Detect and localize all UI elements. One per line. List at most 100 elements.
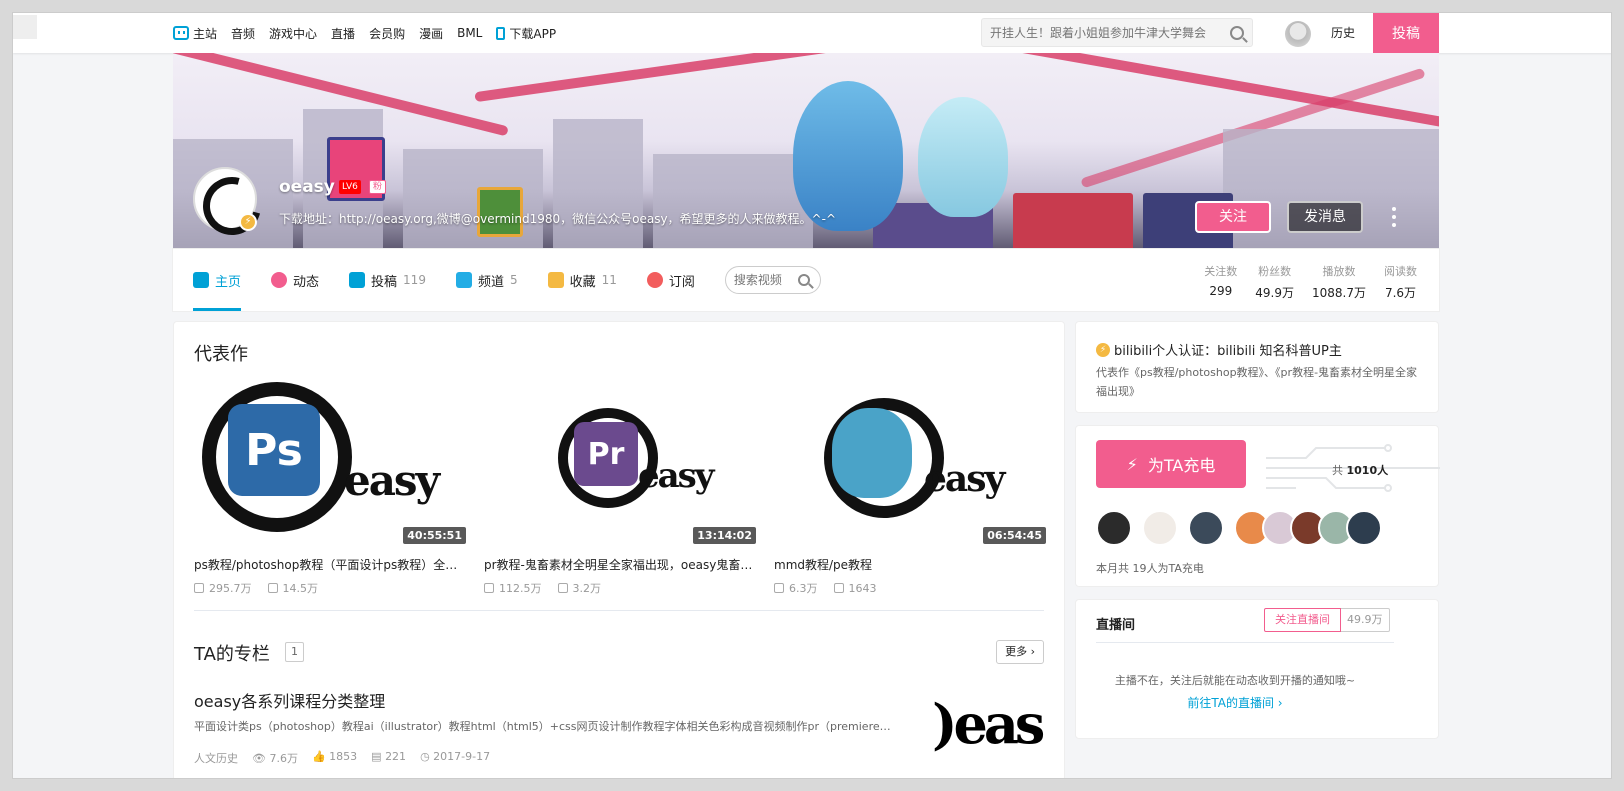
article-comments: ▤ 221: [371, 750, 407, 763]
follow-live-button[interactable]: 关注直播间: [1264, 608, 1341, 632]
live-offline-note: 主播不在，关注后就能在动态收到开播的通知哦~: [1114, 674, 1356, 687]
video-title[interactable]: ps教程/photoshop教程（平面设计ps教程）全套免: [194, 556, 466, 573]
more-options-icon[interactable]: [1389, 207, 1399, 227]
play-icon: [774, 583, 784, 593]
video-search-input[interactable]: [733, 273, 794, 287]
nav-main-site[interactable]: 主站: [173, 25, 217, 42]
top-nav-bar: 主站 音频 游戏中心 直播 会员购 漫画 BML 下载APP 历史 投稿: [13, 13, 1611, 57]
nav-download-app[interactable]: 下载APP: [496, 25, 556, 42]
stat-followers[interactable]: 粉丝数 49.9万: [1255, 263, 1294, 301]
stat-plays: 播放数 1088.7万: [1312, 265, 1366, 300]
message-button[interactable]: 发消息: [1287, 201, 1363, 233]
star-icon: [547, 272, 564, 288]
building-decoration: [653, 154, 813, 249]
tab-uploads[interactable]: 投稿 119: [349, 249, 426, 311]
video-duration: 06:54:45: [983, 527, 1046, 544]
fan-badge: 粉: [369, 180, 387, 194]
article-title[interactable]: oeasy各系列课程分类整理: [194, 688, 385, 712]
cert-title: ⚡ bilibili个人认证：bilibili 知名科普UP主: [1096, 340, 1418, 359]
easy-logo-text: easy: [924, 458, 1005, 500]
more-button[interactable]: 更多 ›: [996, 640, 1044, 664]
tab-home[interactable]: 主页: [193, 249, 242, 311]
play-icon: [484, 583, 494, 593]
lightning-icon: ⚡: [1126, 454, 1138, 474]
video-duration: 40:55:51: [403, 527, 466, 544]
video-card[interactable]: Pr easy 13:14:02 pr教程-鬼畜素材全明星全家福出现，oeasy…: [484, 378, 756, 596]
article-views: 👁 7.6万: [252, 752, 298, 765]
avatar[interactable]: [1142, 510, 1178, 546]
tab-favorites[interactable]: 收藏 11: [547, 249, 617, 311]
charge-card: ⚡ 为TA充电 共 1010人 本月共 19人为TA充电: [1075, 425, 1440, 587]
nav-member-shop[interactable]: 会员购: [369, 25, 405, 42]
video-search-box: [724, 266, 821, 294]
cert-description: 代表作《ps教程/photoshop教程》、《pr教程-鬼畜素材全明星全家福出现…: [1096, 366, 1418, 398]
avatar[interactable]: [1096, 510, 1132, 546]
charge-total: 共 1010人: [1332, 464, 1389, 477]
user-avatar[interactable]: [1285, 21, 1311, 47]
video-thumbnail[interactable]: Ps easy 40:55:51: [194, 378, 466, 548]
heart-icon: [646, 272, 663, 288]
nav-bml[interactable]: BML: [457, 26, 482, 40]
window-icon: [13, 15, 37, 39]
follow-button[interactable]: 关注: [1195, 201, 1271, 233]
tab-dynamic[interactable]: 动态: [271, 249, 319, 311]
avatar[interactable]: [1346, 510, 1382, 546]
play-count: 112.5万: [484, 580, 542, 596]
profile-tab-bar: 主页 动态 投稿119 频道5 收藏11 订阅 关注数299 粉丝数49.9万 …: [173, 249, 1439, 311]
stat-following[interactable]: 关注数 299: [1204, 263, 1237, 301]
nav-audio[interactable]: 音频: [231, 25, 255, 42]
nav-comics[interactable]: 漫画: [419, 25, 443, 42]
column-title: TA的专栏: [194, 644, 270, 665]
verified-bolt-icon: ⚡: [239, 213, 257, 231]
phone-icon: [496, 26, 506, 40]
video-meta: 295.7万 14.5万: [194, 580, 466, 596]
nav-live[interactable]: 直播: [331, 25, 355, 42]
video-meta: 6.3万 1643: [774, 580, 1046, 596]
level-badge: LV6: [339, 180, 361, 194]
danmaku-count: 3.2万: [557, 580, 601, 596]
search-icon[interactable]: [1230, 25, 1244, 40]
video-title[interactable]: pr教程-鬼畜素材全明星全家福出现，oeasy鬼畜向 pr: [484, 556, 756, 573]
video-thumbnail[interactable]: Pr easy 13:14:02: [484, 378, 756, 548]
video-icon: [349, 272, 366, 288]
tab-subscriptions[interactable]: 订阅: [646, 249, 695, 311]
building-decoration: [553, 119, 643, 249]
profile-banner: ⚡ oeasy LV6 粉 下载地址：http://oeasy.org,微博@o…: [173, 53, 1439, 249]
divider: [1096, 642, 1394, 643]
top-search-box: [981, 18, 1253, 47]
browser-page: 主站 音频 游戏中心 直播 会员购 漫画 BML 下载APP 历史 投稿: [12, 12, 1612, 779]
video-meta: 112.5万 3.2万: [484, 580, 756, 596]
history-link[interactable]: 历史: [1331, 13, 1355, 53]
upload-button[interactable]: 投稿: [1373, 13, 1439, 57]
bolt-icon: ⚡: [1096, 342, 1110, 357]
video-title[interactable]: mmd教程/pe教程: [774, 556, 1046, 573]
easy-logo-text: easy: [344, 456, 440, 505]
profile-username: oeasy: [279, 177, 335, 197]
video-thumbnail[interactable]: easy 06:54:45: [774, 378, 1046, 548]
top-search-input[interactable]: [990, 25, 1230, 40]
charger-avatars: [1096, 510, 1392, 546]
video-card[interactable]: Ps easy 40:55:51 ps教程/photoshop教程（平面设计ps…: [194, 378, 466, 596]
search-icon[interactable]: [797, 274, 810, 286]
danmaku-icon: [267, 583, 278, 593]
article-cover[interactable]: )eas: [934, 690, 1046, 770]
avatar[interactable]: [1188, 510, 1224, 546]
ps-logo-icon: Ps: [228, 404, 320, 496]
profile-signature: 下载地址：http://oeasy.org,微博@overmind1980，微信…: [279, 212, 837, 226]
charge-button[interactable]: ⚡ 为TA充电: [1096, 440, 1246, 488]
gift-box: [1013, 193, 1133, 249]
video-card[interactable]: easy 06:54:45 mmd教程/pe教程 6.3万 1643: [774, 378, 1046, 596]
article-likes: 👍 1853: [311, 750, 358, 763]
danmaku-count: 14.5万: [267, 580, 318, 596]
live-follower-count: 49.9万: [1341, 608, 1390, 632]
anime-character: [918, 97, 1008, 217]
tab-channels[interactable]: 频道 5: [455, 249, 518, 311]
nav-game-center[interactable]: 游戏中心: [269, 25, 317, 42]
article-category: 人文历史: [194, 752, 238, 765]
danmaku-count: 1643: [833, 580, 877, 596]
danmaku-icon: [557, 583, 568, 593]
anime-character: [793, 81, 903, 231]
live-room-title: 直播间: [1096, 618, 1136, 633]
go-live-room-link[interactable]: 前往TA的直播间 ›: [1076, 694, 1394, 711]
charge-note: 本月共 19人为TA充电: [1096, 562, 1204, 575]
